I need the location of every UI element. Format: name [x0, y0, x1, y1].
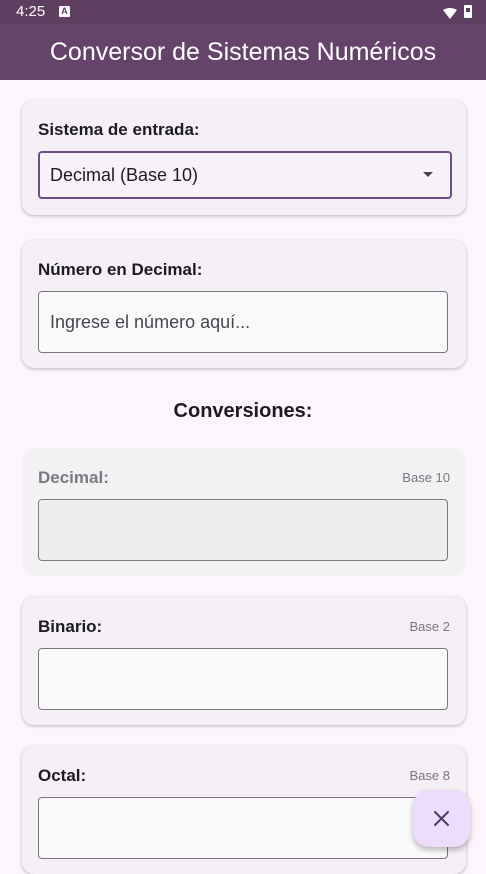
binary-output-card: Binario: Base 2 — [22, 597, 466, 725]
conversions-title: Conversiones: — [173, 400, 313, 422]
decimal-output-card: Decimal: Base 10 — [22, 448, 466, 576]
input-system-label: Sistema de entrada: — [38, 120, 200, 139]
number-input-label: Número en Decimal: — [38, 260, 203, 279]
octal-base-label: Base 8 — [409, 768, 450, 783]
input-system-selected: Decimal (Base 10) — [50, 165, 199, 185]
binary-output-field[interactable] — [38, 648, 448, 710]
octal-output-label: Octal: — [38, 766, 87, 785]
status-bar: 4:25 A — [0, 0, 486, 24]
octal-output-field[interactable] — [38, 797, 448, 859]
dropdown-arrow-icon — [423, 172, 433, 177]
notification-icon: A — [59, 6, 70, 17]
clear-fab-button[interactable] — [413, 790, 470, 847]
decimal-base-label: Base 10 — [402, 470, 450, 485]
number-input[interactable] — [38, 291, 448, 353]
decimal-output-label: Decimal: — [38, 468, 109, 487]
input-system-card: Sistema de entrada: Decimal (Base 10) — [22, 100, 466, 215]
number-input-card: Número en Decimal: — [22, 240, 466, 368]
input-system-dropdown[interactable]: Decimal (Base 10) — [38, 151, 452, 199]
decimal-output-field — [38, 499, 448, 561]
wifi-icon — [443, 6, 457, 24]
battery-icon — [464, 5, 472, 18]
octal-output-card: Octal: Base 8 — [22, 746, 466, 874]
binary-base-label: Base 2 — [409, 619, 450, 634]
app-title: Conversor de Sistemas Numéricos — [49, 38, 437, 66]
status-time: 4:25 — [16, 3, 46, 20]
close-icon — [434, 811, 449, 826]
binary-output-label: Binario: — [38, 617, 103, 636]
app-bar: Conversor de Sistemas Numéricos — [0, 24, 486, 80]
